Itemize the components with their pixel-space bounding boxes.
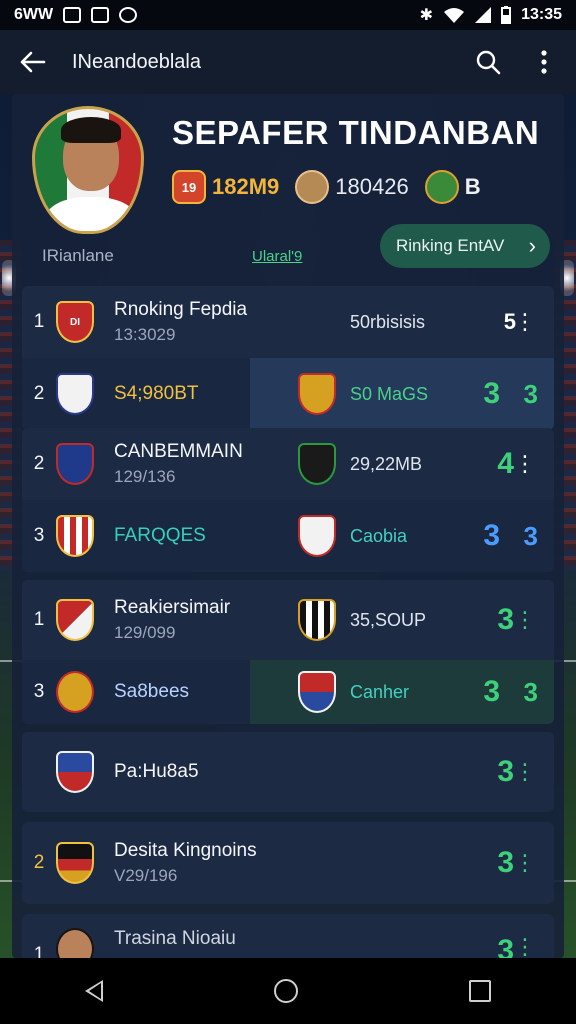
carrier-text: 6WW <box>14 6 54 23</box>
app-bar: INeandoeblala <box>0 30 576 94</box>
row-menu-icon[interactable]: ⋮ <box>514 936 536 958</box>
row-score: 3 <box>497 846 514 879</box>
team-crest-icon <box>56 443 94 485</box>
ranking-card: 1 Reakiersimair 129/099 35,SOUP 3 ⋮ 3 Sa… <box>22 580 554 724</box>
table-row[interactable]: Pa:Hu8a5 3 ⋮ <box>22 732 554 812</box>
stat-grade: B <box>424 170 481 204</box>
ranking-card: 2 Desita Kingnoins V29/196 3 ⋮ <box>22 822 554 904</box>
player-stats: 19 182M9 180426 B <box>172 170 481 204</box>
stat-rating: 19 182M9 <box>172 170 279 204</box>
team-crest-icon <box>56 373 94 415</box>
row-score: 3 <box>483 377 500 410</box>
row-menu-icon[interactable]: ⋮ <box>514 453 536 475</box>
recents-nav-icon[interactable] <box>468 980 491 1002</box>
back-nav-icon[interactable] <box>85 980 104 1002</box>
camera-icon <box>91 7 110 23</box>
row-score: 3 <box>483 675 500 708</box>
app-title: INeandoeblala <box>72 50 201 73</box>
rankings-panel: SEPAFER TINDANBAN 19 182M9 180426 B IRia… <box>12 94 564 958</box>
player-portrait <box>32 106 144 234</box>
player-name: Trasina Nioaiu <box>114 928 236 949</box>
player-name: Rnoking Fepdia <box>114 299 248 320</box>
row-score-secondary: 3 <box>523 520 538 551</box>
player-title: SEPAFER TINDANBAN <box>172 114 540 151</box>
ranking-card: 2 CANBEMMAIN 129/136 29,22MB 4 ⋮ 3 FARQQ… <box>22 428 554 572</box>
row-value: 29,22MB <box>350 453 423 474</box>
row-menu-icon[interactable]: ⋮ <box>514 311 536 333</box>
table-row[interactable]: 3 Sa8bees Canher 3 3 <box>22 660 554 724</box>
table-row[interactable]: 2 S4;980BT S0 MaGS 3 3 <box>22 358 554 430</box>
table-row[interactable]: 1 Reakiersimair 129/099 35,SOUP 3 ⋮ <box>22 580 554 660</box>
back-arrow-icon[interactable] <box>18 48 46 76</box>
ranking-card: 1 DI Rnoking Fepdia 13:3029 50rbisisis 5… <box>22 286 554 430</box>
row-value: 35,SOUP <box>350 609 427 630</box>
row-score-secondary: 3 <box>523 676 538 707</box>
player-link[interactable]: Ularal'9 <box>252 248 302 265</box>
team-crest-icon <box>298 373 336 415</box>
row-score-secondary: 3 <box>523 378 538 409</box>
signal-icon <box>475 7 492 23</box>
player-meta: V29/196 <box>114 866 178 885</box>
team-crest-icon <box>298 443 336 485</box>
more-options-icon[interactable] <box>530 48 558 76</box>
team-crest-icon <box>298 515 336 557</box>
row-score: 3 <box>483 519 500 552</box>
wifi-icon <box>444 8 465 23</box>
search-icon[interactable] <box>474 48 502 76</box>
ranking-card: Pa:Hu8a5 3 ⋮ <box>22 732 554 812</box>
row-value: Canher <box>350 681 410 702</box>
row-score: 3 <box>497 755 514 788</box>
bluetooth-icon: ✱ <box>419 7 434 24</box>
row-value: S0 MaGS <box>350 383 429 404</box>
rating-badge-icon: 19 <box>172 170 206 204</box>
stat-points: 180426 <box>295 170 409 204</box>
team-crest-icon <box>56 515 94 557</box>
row-value: Caobia <box>350 525 408 546</box>
row-score: 3 <box>497 934 514 958</box>
table-row[interactable]: 1 DI Rnoking Fepdia 13:3029 50rbisisis 5… <box>22 286 554 358</box>
team-crest-icon: DI <box>56 301 94 343</box>
team-crest-icon <box>56 599 94 641</box>
player-nationality: IRianlane <box>42 246 114 265</box>
battery-icon <box>501 6 512 24</box>
team-crest-icon <box>298 671 336 713</box>
row-menu-icon[interactable]: ⋮ <box>514 852 536 874</box>
row-menu-icon[interactable]: ⋮ <box>514 761 536 783</box>
home-nav-icon[interactable] <box>273 979 298 1003</box>
clock: 13:35 <box>521 6 562 23</box>
table-row[interactable]: 2 Desita Kingnoins V29/196 3 ⋮ <box>22 822 554 904</box>
team-crest-icon <box>56 842 94 884</box>
app-notification-icon <box>119 7 138 23</box>
shield-icon <box>424 170 459 204</box>
system-nav-bar <box>0 958 576 1024</box>
row-score: 3 <box>497 603 514 636</box>
player-meta: 13:3029 <box>114 325 176 344</box>
row-menu-icon[interactable]: ⋮ <box>514 609 536 631</box>
status-bar: 6WW ✱ 13:35 <box>0 0 576 30</box>
team-crest-icon <box>298 599 336 641</box>
table-row[interactable]: 2 CANBEMMAIN 129/136 29,22MB 4 ⋮ <box>22 428 554 500</box>
player-avatar-icon <box>56 928 94 958</box>
row-score: 4 <box>497 447 514 480</box>
player-name: Desita Kingnoins <box>114 840 257 861</box>
team-crest-icon <box>56 671 94 713</box>
player-hero: SEPAFER TINDANBAN 19 182M9 180426 B IRia… <box>12 94 564 280</box>
coin-icon <box>295 170 330 204</box>
row-value: 50rbisisis <box>350 311 426 332</box>
ranking-card: 1 Trasina Nioaiu 3 ⋮ <box>22 914 554 958</box>
team-crest-icon <box>56 751 94 793</box>
table-row[interactable]: 1 Trasina Nioaiu 3 ⋮ <box>22 914 554 958</box>
chevron-right-icon: › <box>528 233 536 258</box>
table-row[interactable]: 3 FARQQES Caobia 3 3 <box>22 500 554 572</box>
ranking-button[interactable]: Rinking EntAV › <box>380 224 550 268</box>
gallery-icon <box>63 7 82 23</box>
player-name: Pa:Hu8a5 <box>114 761 199 782</box>
